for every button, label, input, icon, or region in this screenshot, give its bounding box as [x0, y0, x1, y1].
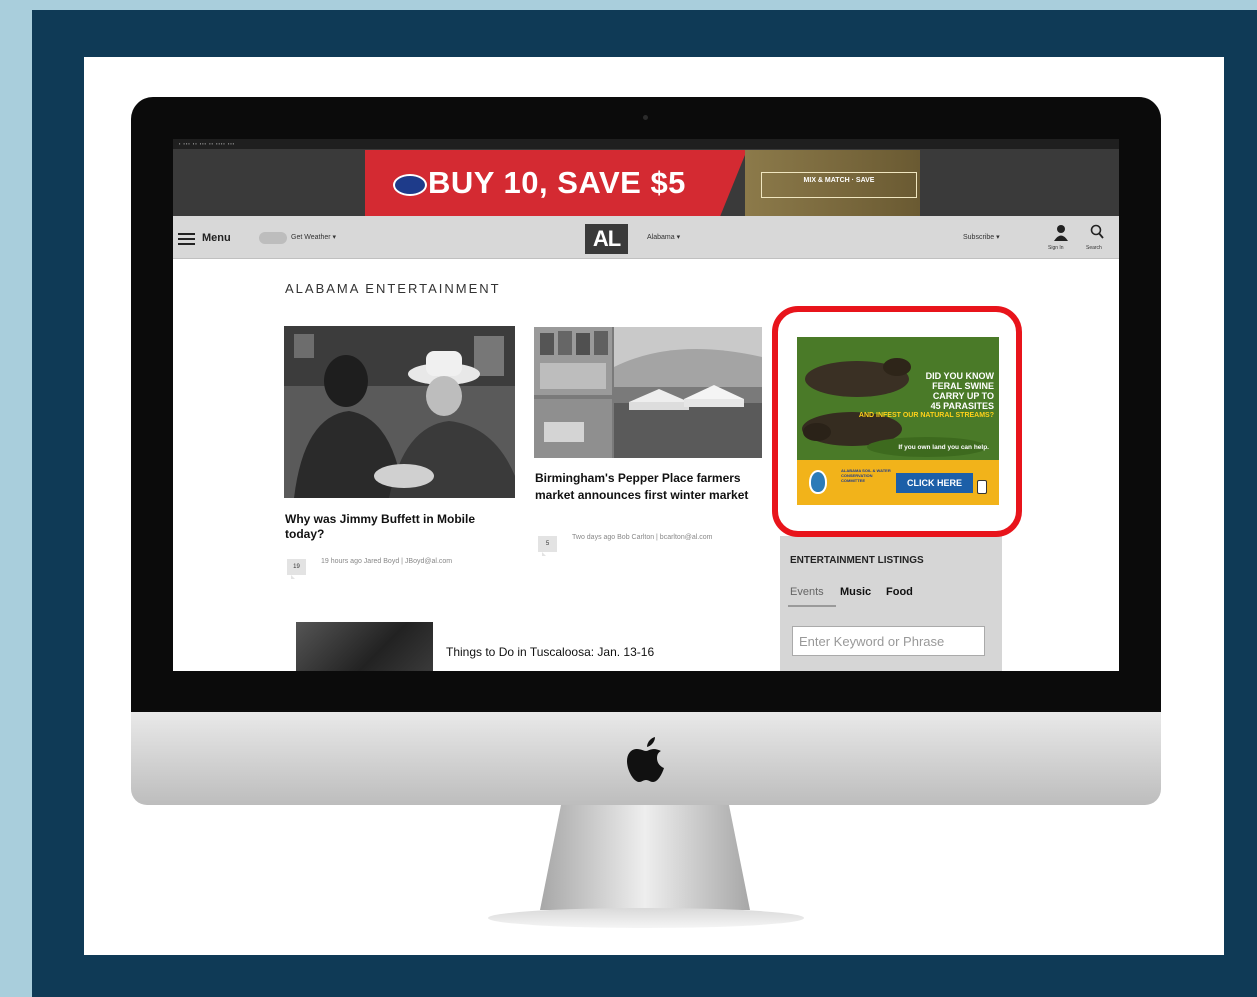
active-tab-underline — [788, 605, 836, 607]
article-meta: Two days ago Bob Carlton | bcarlton@al.c… — [572, 534, 713, 541]
weather-cloud-icon[interactable] — [259, 232, 287, 244]
tuscaloosa-photo[interactable] — [296, 622, 433, 671]
monitor-stand — [540, 805, 750, 910]
comment-count-badge[interactable]: 5 — [538, 536, 557, 556]
jimmy-buffett-photo[interactable] — [284, 326, 515, 498]
keyword-search-input[interactable] — [792, 626, 985, 656]
subscribe-dropdown[interactable]: Subscribe ▾ — [963, 233, 1000, 241]
comment-count-badge[interactable]: 19 — [287, 559, 306, 579]
mac-menu-bar: ▪ ▪▪▪ ▪▪ ▪▪▪ ▪▪ ▪▪▪▪ ▪▪▪ — [173, 139, 1119, 149]
tab-food[interactable]: Food — [886, 586, 913, 598]
banner-ad-side-text[interactable]: MIX & MATCH · SAVE — [761, 172, 917, 198]
section-title: ALABAMA ENTERTAINMENT — [285, 281, 501, 296]
article-meta: 19 hours ago Jared Boyd | JBoyd@al.com — [321, 558, 453, 565]
listings-title: ENTERTAINMENT LISTINGS — [790, 555, 924, 566]
get-weather-link[interactable]: Get Weather ▾ — [291, 233, 336, 241]
region-dropdown[interactable]: Alabama ▾ — [647, 233, 680, 241]
hamburger-menu-icon[interactable] — [178, 233, 195, 235]
search-link[interactable]: Search — [1086, 245, 1102, 251]
apple-logo-icon — [627, 737, 664, 782]
ad-highlight-ring — [772, 306, 1022, 537]
sign-in-link[interactable]: Sign In — [1048, 245, 1064, 251]
article-headline[interactable]: Why was Jimmy Buffett in Mobile today? — [285, 512, 505, 542]
search-icon[interactable] — [1090, 224, 1104, 240]
farmers-market-photo[interactable] — [534, 327, 762, 458]
article-headline[interactable]: Birmingham's Pepper Place farmers market… — [535, 470, 765, 504]
site-nav-bar: Menu Get Weather ▾ AL Alabama ▾ Subscrib… — [173, 216, 1119, 259]
tab-events[interactable]: Events — [790, 586, 824, 598]
webcam — [643, 115, 648, 120]
banner-ad-headline[interactable]: BUY 10, SAVE $5 — [428, 165, 686, 201]
mac-menu-items: ▪ ▪▪▪ ▪▪ ▪▪▪ ▪▪ ▪▪▪▪ ▪▪▪ — [179, 141, 236, 146]
monitor-foot — [488, 908, 804, 928]
article-headline[interactable]: Things to Do in Tuscaloosa: Jan. 13-16 — [446, 645, 654, 659]
menu-button[interactable]: Menu — [202, 232, 231, 244]
person-icon[interactable] — [1053, 224, 1069, 242]
al-logo[interactable]: AL — [585, 224, 628, 254]
tab-music[interactable]: Music — [840, 586, 871, 598]
kroger-logo-icon — [393, 174, 427, 196]
